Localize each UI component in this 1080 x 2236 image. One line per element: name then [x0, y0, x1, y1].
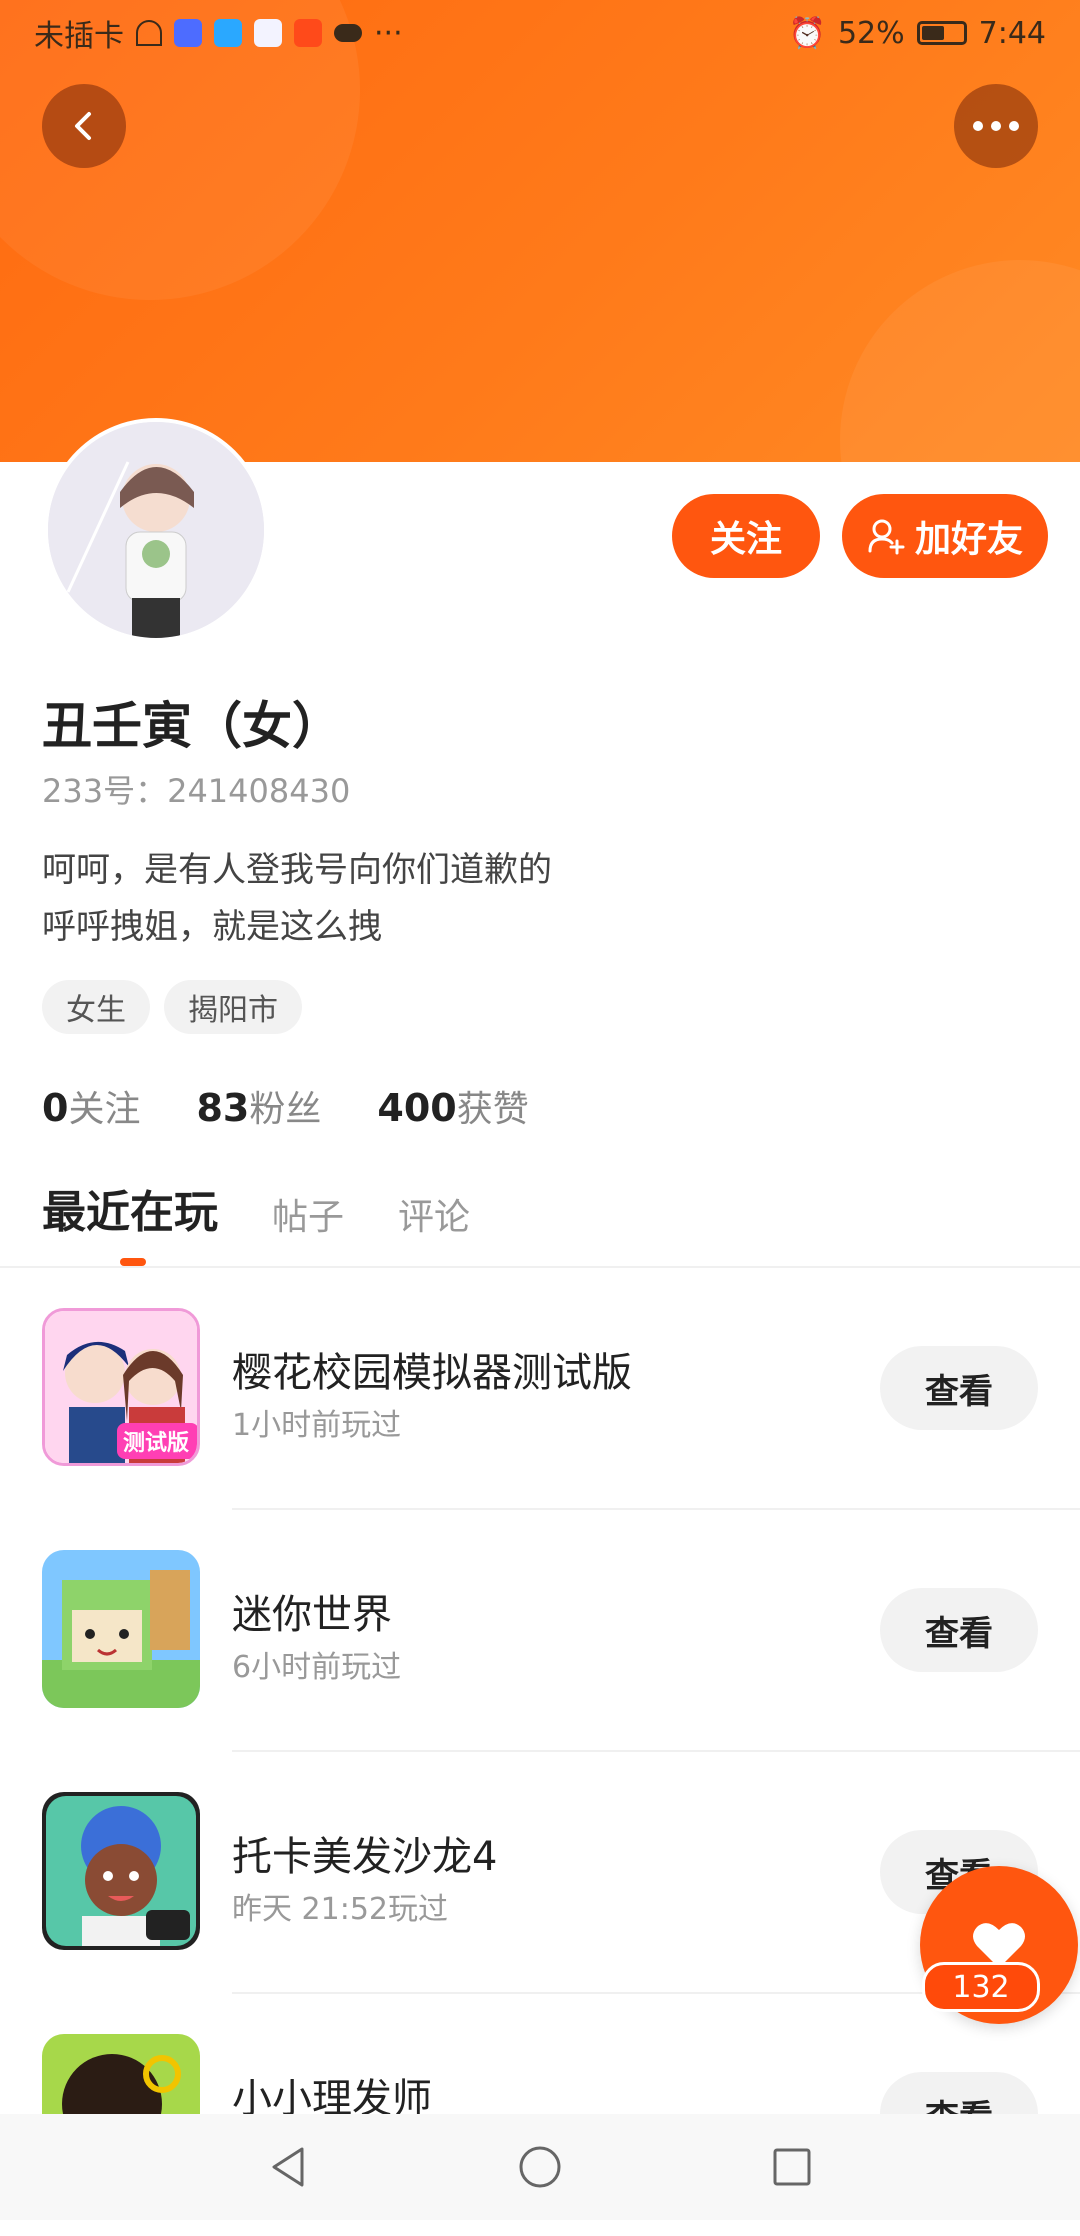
follow-button[interactable]: 关注 [672, 494, 820, 578]
chevron-left-icon [75, 112, 91, 140]
more-options-button[interactable] [954, 84, 1038, 168]
list-item[interactable]: 托卡美发沙龙4 昨天 21:52玩过 查看 [0, 1752, 1080, 1994]
tab-recently-played[interactable]: 最近在玩 [42, 1176, 218, 1240]
add-friend-button[interactable]: 加好友 [842, 494, 1048, 578]
following-stat[interactable]: 0关注 [42, 1080, 140, 1132]
browser-app-icon [214, 19, 242, 47]
battery-icon [916, 21, 967, 45]
profile-stats: 0关注 83粉丝 400获赞 [42, 1080, 529, 1132]
game-last-played: 6小时前玩过 [232, 1650, 402, 1685]
recents-square-icon[interactable] [772, 2147, 812, 2187]
home-circle-icon[interactable] [518, 2145, 562, 2189]
fans-label: 粉丝 [249, 1089, 322, 1130]
wifi-icon [136, 20, 162, 46]
likes-label: 获赞 [456, 1089, 529, 1130]
tag-location: 揭阳市 [164, 980, 302, 1034]
following-label: 关注 [68, 1089, 141, 1130]
music-app-icon [174, 19, 202, 47]
list-item[interactable]: 迷你世界 6小时前玩过 查看 [0, 1510, 1080, 1752]
fans-count: 83 [196, 1086, 250, 1130]
game-icon-toca-hair [42, 1792, 200, 1950]
game-title: 樱花校园模拟器测试版 [232, 1350, 632, 1396]
add-friend-label: 加好友 [914, 519, 1023, 560]
fans-stat[interactable]: 83粉丝 [196, 1080, 321, 1132]
likes-stat: 400获赞 [377, 1080, 528, 1132]
add-user-icon [868, 519, 905, 555]
profile-header-banner [0, 0, 1080, 462]
bio-line: 呵呵，是有人登我号向你们道歉的 [42, 850, 552, 890]
profile-uid: 233号：241408430 [42, 772, 351, 810]
game-icon-sakura: 测试版 [42, 1308, 200, 1466]
avatar-illustration [48, 422, 264, 638]
likes-count: 400 [377, 1086, 457, 1130]
avatar[interactable] [44, 418, 268, 642]
cloud-icon [334, 24, 362, 42]
game-last-played: 昨天 21:52玩过 [232, 1892, 448, 1927]
system-nav-bar [0, 2114, 1080, 2220]
more-horizontal-icon [973, 121, 1019, 131]
download-icon [294, 19, 322, 47]
tab-comments[interactable]: 评论 [398, 1188, 470, 1240]
profile-bio: 呵呵，是有人登我号向你们道歉的 呼呼拽姐，就是这么拽 [42, 842, 552, 956]
back-triangle-icon[interactable] [268, 2145, 308, 2189]
view-game-button[interactable]: 查看 [880, 1588, 1038, 1672]
bio-line: 呼呼拽姐，就是这么拽 [42, 907, 382, 947]
more-notifications-icon: ··· [374, 15, 403, 51]
game-title: 迷你世界 [232, 1592, 392, 1638]
back-button[interactable] [42, 84, 126, 168]
game-icon-mini-world [42, 1550, 200, 1708]
list-item[interactable]: 测试版 樱花校园模拟器测试版 1小时前玩过 查看 [0, 1268, 1080, 1510]
following-count: 0 [42, 1086, 69, 1130]
tab-indicator [120, 1258, 146, 1266]
follow-label: 关注 [709, 519, 782, 560]
alarm-icon: ⏰ [788, 15, 826, 51]
like-count-badge: 132 [922, 1962, 1040, 2012]
clock-time: 7:44 [978, 15, 1046, 51]
game-title: 托卡美发沙龙4 [232, 1834, 498, 1880]
content-tabs: 最近在玩 帖子 评论 [42, 1176, 470, 1240]
profile-tags: 女生 揭阳市 [42, 980, 302, 1034]
tab-posts[interactable]: 帖子 [272, 1188, 344, 1240]
profile-name: 丑壬寅（女） [42, 697, 342, 755]
battery-percent: 52% [837, 15, 905, 51]
tag-gender: 女生 [42, 980, 150, 1034]
game-last-played: 1小时前玩过 [232, 1408, 402, 1443]
carrier-text: 未插卡 [34, 19, 124, 54]
game-icon-badge: 测试版 [123, 1431, 190, 1456]
view-game-button[interactable]: 查看 [880, 1346, 1038, 1430]
baidu-app-icon [254, 19, 282, 47]
status-bar: 未插卡 ··· ⏰ 52% 7:44 [0, 0, 1080, 66]
